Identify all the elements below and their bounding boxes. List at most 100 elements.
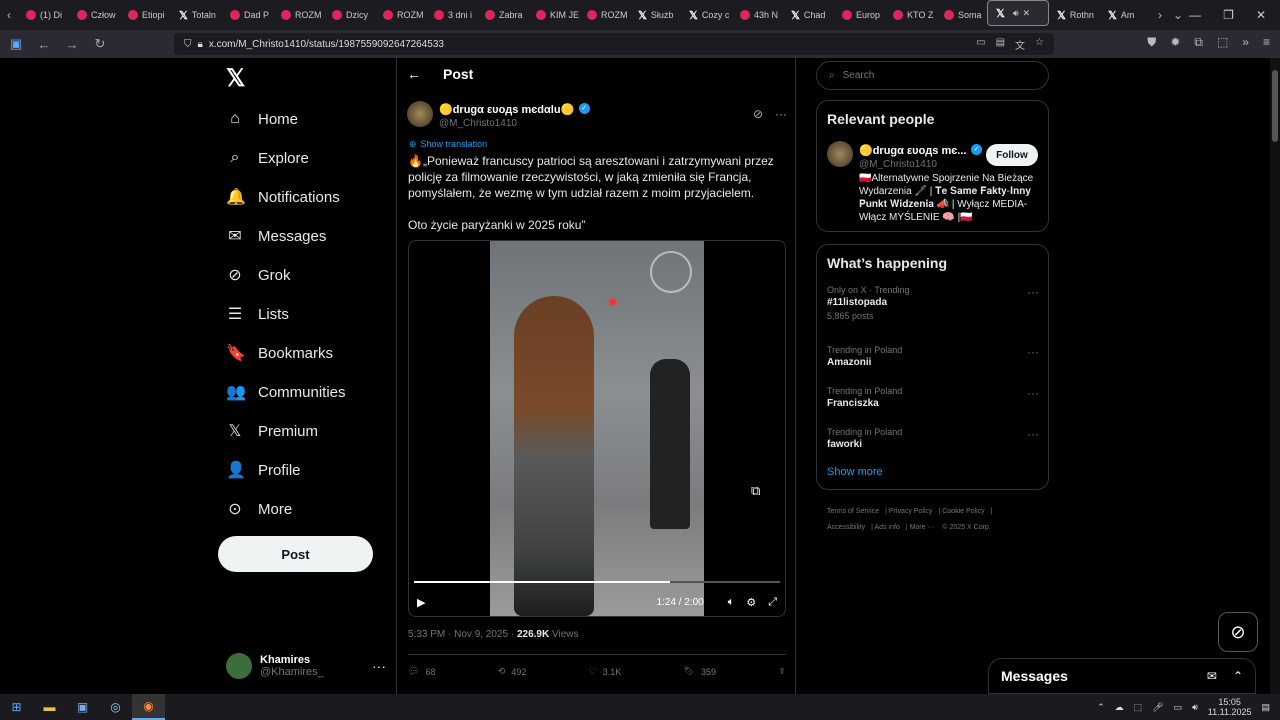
minimize-icon[interactable]: — — [1189, 8, 1201, 22]
browser-tab[interactable]: Zabra — [477, 0, 528, 30]
more-options-icon[interactable]: ··· — [1027, 427, 1039, 441]
browser-tab[interactable]: 𝕏 Rothn — [1049, 0, 1100, 30]
screenshot-icon[interactable]: ▭ — [976, 37, 985, 52]
picture-in-picture-icon[interactable]: ⧉ — [751, 483, 760, 499]
more-link[interactable]: More ··· — [910, 524, 935, 531]
expand-chevron-icon[interactable]: ⌃ — [1233, 669, 1243, 683]
browser-tab[interactable]: 𝕏 Am — [1100, 0, 1151, 30]
video-frame[interactable] — [490, 241, 704, 616]
back-icon[interactable]: ← — [32, 37, 56, 52]
extension-fox-icon[interactable]: ✹ — [1170, 35, 1180, 50]
browser-tab[interactable]: Dad P — [222, 0, 273, 30]
cloud-icon[interactable]: ☁ — [1115, 702, 1124, 713]
forward-icon[interactable]: → — [60, 37, 84, 52]
accessibility-link[interactable]: Accessibility — [827, 524, 865, 531]
browser-tab[interactable]: Człow — [69, 0, 120, 30]
search-input[interactable]: Search — [843, 70, 875, 81]
browser-tab[interactable]: (1) Di — [18, 0, 69, 30]
bookmark-star-icon[interactable]: ☆ — [1035, 37, 1044, 52]
more-options-icon[interactable]: ··· — [1027, 386, 1039, 400]
ads-link[interactable]: Ads info — [875, 524, 900, 531]
tab-list-chevron-icon[interactable]: ⌄ — [1169, 8, 1187, 22]
post-button[interactable]: Post — [218, 536, 373, 572]
follow-button[interactable]: Follow — [986, 144, 1038, 166]
browser-tab[interactable]: 𝕏 Cozy c — [681, 0, 732, 30]
browser-tab[interactable]: KTO Z — [885, 0, 936, 30]
fullscreen-icon[interactable]: ⤢ — [768, 596, 777, 609]
sidebar-item-premium[interactable]: 𝕏 Premium — [226, 416, 318, 446]
bookmark-button[interactable]: 🔖︎ 359 — [684, 666, 716, 677]
tab-close-icon[interactable]: ✕ — [1023, 8, 1031, 19]
more-options-icon[interactable]: ··· — [1027, 345, 1039, 359]
person-handle[interactable]: @M_Christo1410 — [859, 159, 982, 170]
terms-link[interactable]: Terms of Service — [827, 508, 879, 515]
like-button[interactable]: ♡ 3.1K — [589, 666, 622, 677]
tabs-scroll-right-icon[interactable]: › — [1151, 8, 1169, 22]
page-scrollbar[interactable] — [1270, 58, 1280, 694]
more-horizontal-icon[interactable]: ··· — [372, 658, 386, 674]
browser-tab[interactable]: 𝕏 🔊︎ ✕ — [987, 0, 1049, 26]
app-menu-icon[interactable]: ≡ — [1263, 35, 1270, 50]
repost-button[interactable]: ⟲ 492 — [498, 666, 527, 677]
restore-icon[interactable]: ❐ — [1223, 8, 1234, 22]
author-handle[interactable]: @M_Christo1410 — [439, 118, 590, 129]
grok-floating-button[interactable]: ⊘ — [1218, 612, 1258, 652]
grok-explain-icon[interactable]: ⊘ — [753, 107, 763, 121]
overflow-chevron-icon[interactable]: » — [1242, 35, 1249, 50]
windows-start-icon[interactable]: ⊞ — [0, 694, 33, 720]
tray-chevron-icon[interactable]: ⌃ — [1097, 702, 1105, 713]
browser-tab[interactable]: ROZM — [273, 0, 324, 30]
clock[interactable]: 15:05 11.11.2025 — [1208, 697, 1252, 717]
trend-item[interactable]: Trending in Poland faworki ··· — [827, 427, 1039, 450]
browser-tab[interactable]: 43h N — [732, 0, 783, 30]
steam-icon[interactable]: ◎ — [99, 694, 132, 720]
video-progress-bar[interactable] — [414, 581, 780, 583]
extension-shield-icon[interactable]: ⛊ — [1147, 35, 1156, 50]
browser-tab[interactable]: Soma — [936, 0, 987, 30]
browser-tab[interactable]: KIM JE — [528, 0, 579, 30]
close-window-icon[interactable]: ✕ — [1256, 8, 1266, 22]
microphone-icon[interactable]: 🎤︎ — [1152, 702, 1163, 713]
sidebar-toggle-icon[interactable]: ▣ — [4, 36, 28, 52]
reload-icon[interactable]: ↻ — [88, 36, 112, 52]
volume-tray-icon[interactable]: 🔊︎ — [1192, 702, 1198, 713]
sidebar-item-notifications[interactable]: 🔔 Notifications — [226, 182, 340, 212]
browser-tab[interactable]: Etiopi — [120, 0, 171, 30]
cookie-link[interactable]: Cookie Policy — [942, 508, 984, 515]
sidebar-item-lists[interactable]: ☰ Lists — [226, 299, 289, 329]
more-options-icon[interactable]: ··· — [1027, 285, 1039, 299]
extensions-puzzle-icon[interactable]: ⧉ — [1194, 35, 1203, 50]
sidebar-item-messages[interactable]: ✉ Messages — [226, 221, 326, 251]
browser-tab[interactable]: 3 dni i — [426, 0, 477, 30]
trend-item[interactable]: Only on X · Trending #11listopada 5,865 po… — [827, 285, 1039, 321]
address-bar[interactable]: ⛉ 🔒︎ x.com/M_Christo1410/status/19875590… — [174, 33, 1054, 55]
reply-button[interactable]: 💬︎ 68 — [408, 666, 435, 677]
browser-tab[interactable]: 𝕏 Totaln — [171, 0, 222, 30]
url-text[interactable]: x.com/M_Christo1410/status/1987559092647… — [209, 39, 444, 50]
person-avatar[interactable] — [827, 141, 853, 167]
browser-tab[interactable]: Europ — [834, 0, 885, 30]
settings-gear-icon[interactable]: ⚙ — [746, 596, 756, 609]
more-options-icon[interactable]: ··· — [775, 107, 787, 121]
tabs-scroll-left-icon[interactable]: ‹ — [0, 8, 18, 22]
x-logo-icon[interactable]: 𝕏 — [226, 64, 245, 93]
display-icon[interactable]: ▭ — [1174, 702, 1183, 713]
extension-badge-icon[interactable]: ⬚ — [1217, 35, 1228, 50]
new-message-icon[interactable]: ✉ — [1207, 669, 1217, 683]
privacy-link[interactable]: Privacy Policy — [889, 508, 933, 515]
browser-tab[interactable]: ROZM — [375, 0, 426, 30]
browser-tab[interactable]: ROZM — [579, 0, 630, 30]
sidebar-item-communities[interactable]: 👥 Communities — [226, 377, 346, 407]
remote-desktop-icon[interactable]: ▣ — [66, 694, 99, 720]
author-avatar[interactable] — [407, 101, 433, 127]
back-arrow-icon[interactable]: ← — [407, 66, 421, 82]
sidebar-item-profile[interactable]: 👤 Profile — [226, 455, 301, 485]
scrollbar-thumb[interactable] — [1272, 70, 1278, 142]
messages-drawer[interactable]: Messages ✉ ⌃ — [988, 658, 1256, 694]
show-more-link[interactable]: Show more — [827, 466, 883, 478]
author-name[interactable]: 🟡drugα ευοдѕ mєdαlu🟡 — [439, 104, 574, 116]
browser-tab[interactable]: 𝕏 Służb — [630, 0, 681, 30]
video-player[interactable]: ⧉ ▶ 1:24 / 2:00 🔈︎ ⚙ ⤢ — [408, 240, 786, 617]
reader-view-icon[interactable]: ▤ — [996, 37, 1005, 52]
trend-item[interactable]: Trending in Poland Amazonii ··· — [827, 345, 1039, 368]
